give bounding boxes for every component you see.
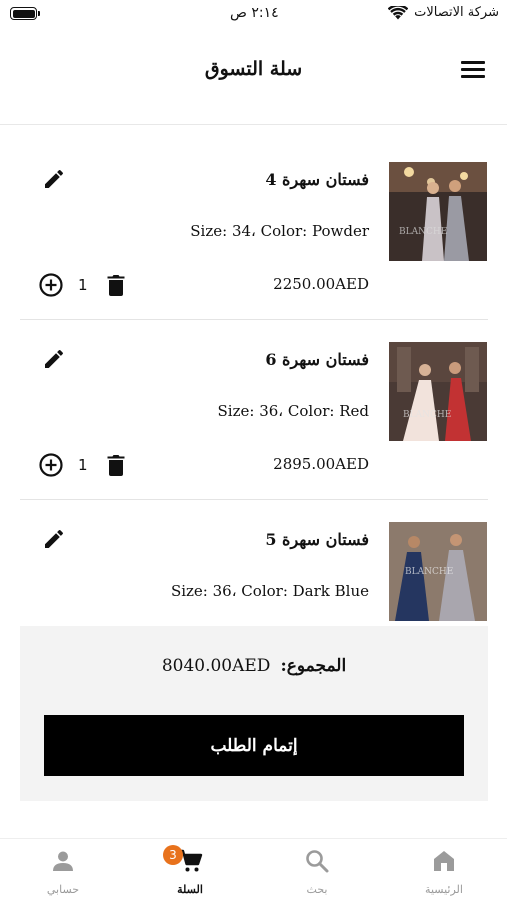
- add-circle-icon[interactable]: [38, 452, 64, 478]
- trash-icon[interactable]: [105, 453, 127, 477]
- edit-pencil-icon[interactable]: [42, 167, 66, 191]
- tab-cart[interactable]: السلة: [127, 839, 253, 900]
- status-bar: ٢:١٤ ص شركة الاتصالات: [0, 0, 507, 30]
- hamburger-menu-icon[interactable]: [461, 61, 485, 79]
- tab-label: الرئيسية: [425, 883, 463, 896]
- product-image[interactable]: BLANCHE: [389, 342, 487, 441]
- svg-text:BLANCHE: BLANCHE: [403, 410, 451, 420]
- status-time: ٢:١٤ ص: [230, 5, 279, 21]
- tab-label: بحث: [306, 883, 328, 896]
- wifi-icon: [388, 5, 409, 19]
- quantity-value: 1: [78, 276, 88, 294]
- product-variant: Size: 36، Color: Dark Blue: [170, 582, 369, 600]
- edit-pencil-icon[interactable]: [42, 527, 66, 551]
- carrier-name: شركة الاتصالات: [414, 5, 499, 20]
- product-variant: Size: 34، Color: Powder: [190, 222, 369, 240]
- order-summary: 8040.00AED المجموع: إتمام الطلب: [20, 626, 488, 801]
- bottom-tab-bar: حسابي السلة بحث الرئيسية: [0, 838, 507, 900]
- edit-pencil-icon[interactable]: [42, 347, 66, 371]
- product-image[interactable]: BLANCHE: [389, 162, 487, 261]
- product-variant: Size: 36، Color: Red: [217, 402, 369, 420]
- product-image[interactable]: BLANCHE: [389, 522, 487, 621]
- quantity-stepper: 1: [38, 272, 127, 298]
- tab-label: حسابي: [46, 883, 80, 896]
- svg-text:BLANCHE: BLANCHE: [405, 567, 453, 577]
- tab-home[interactable]: الرئيسية: [381, 839, 507, 900]
- battery-icon: [10, 7, 40, 20]
- total-label: المجموع:: [280, 656, 347, 676]
- add-circle-icon[interactable]: [38, 272, 64, 298]
- tab-search[interactable]: بحث: [254, 839, 380, 900]
- svg-text:BLANCHE: BLANCHE: [399, 227, 447, 237]
- checkout-button[interactable]: إتمام الطلب: [44, 715, 464, 776]
- total-row: 8040.00AED المجموع:: [20, 656, 488, 676]
- product-name[interactable]: فستان سهرة 6: [265, 350, 369, 369]
- search-icon: [306, 850, 329, 873]
- status-carrier: شركة الاتصالات: [388, 5, 499, 20]
- product-price: 2895.00AED: [273, 455, 369, 473]
- quantity-value: 1: [78, 456, 88, 474]
- app-header: سلة التسوق: [0, 30, 507, 125]
- product-price: 2250.00AED: [273, 275, 369, 293]
- quantity-stepper: 1: [38, 452, 127, 478]
- trash-icon[interactable]: [105, 273, 127, 297]
- product-name[interactable]: فستان سهرة 4: [265, 170, 369, 189]
- cart-count-badge: 3: [163, 845, 183, 865]
- tab-label: السلة: [177, 883, 203, 896]
- person-icon: [53, 851, 73, 871]
- cart-item: BLANCHE فستان سهرة 6 Size: 36، Color: Re…: [20, 320, 488, 500]
- total-value: 8040.00AED: [161, 656, 271, 676]
- home-icon: [434, 851, 454, 871]
- page-title: سلة التسوق: [204, 58, 303, 80]
- cart-item: BLANCHE فستان سهرة 4 Size: 34، Color: Po…: [20, 140, 488, 320]
- tab-account[interactable]: حسابي: [0, 839, 126, 900]
- product-name[interactable]: فستان سهرة 5: [265, 530, 369, 549]
